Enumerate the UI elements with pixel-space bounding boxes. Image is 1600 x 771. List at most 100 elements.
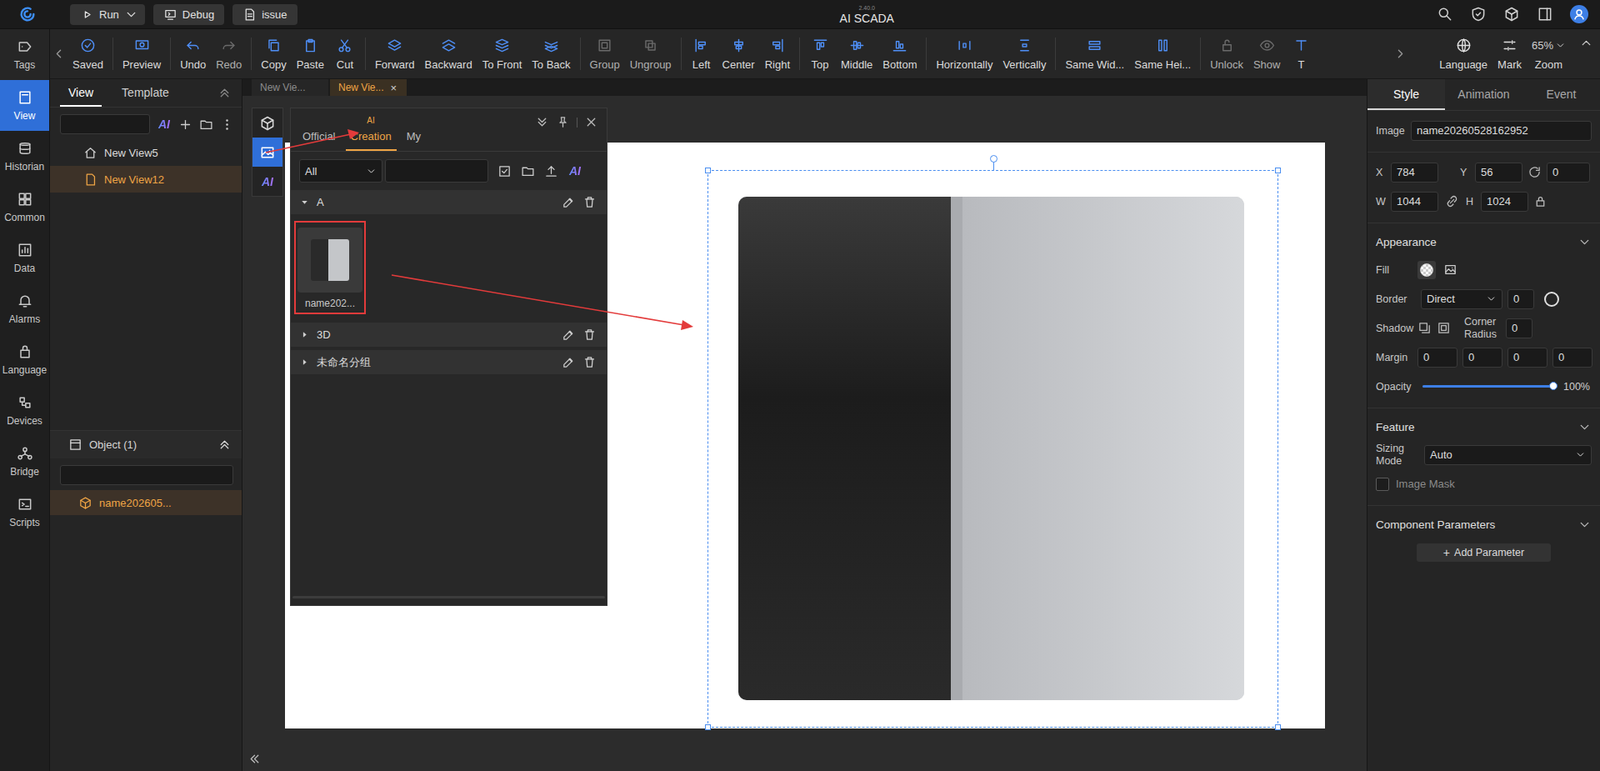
collapse-icon[interactable] xyxy=(217,437,232,452)
library-item[interactable]: name202... xyxy=(294,220,366,315)
properties-tab[interactable]: Animation xyxy=(1445,79,1523,110)
folder-icon[interactable] xyxy=(520,164,535,179)
ai-button[interactable]: AI xyxy=(156,117,172,131)
toolbar-button[interactable]: Middle xyxy=(835,29,878,79)
chevron-right-icon[interactable] xyxy=(1393,46,1408,61)
y-field[interactable]: 56 xyxy=(1475,162,1523,183)
horizontal-scrollbar[interactable] xyxy=(292,595,605,599)
toolbar-button[interactable]: Language xyxy=(1434,29,1493,79)
panel-tab[interactable]: Template xyxy=(113,79,178,107)
chevron-left-icon[interactable] xyxy=(51,46,66,61)
toolbar-button[interactable]: Copy xyxy=(255,29,291,79)
object-search-field[interactable] xyxy=(60,465,234,485)
library-switch-button[interactable]: AI xyxy=(252,166,283,196)
library-switch-button[interactable] xyxy=(252,137,283,167)
view-search-field[interactable] xyxy=(60,114,150,135)
trash-icon[interactable] xyxy=(582,355,597,370)
library-search-field[interactable] xyxy=(385,159,489,183)
toolbar-button[interactable]: Unlock xyxy=(1205,29,1249,79)
nav-rail-item[interactable]: Devices xyxy=(0,385,50,436)
close-tab-button[interactable]: × xyxy=(390,81,397,95)
opacity-slider[interactable] xyxy=(1422,385,1554,388)
toolbar-button[interactable]: Top xyxy=(804,29,836,79)
add-icon[interactable] xyxy=(178,117,193,132)
toolbar-button[interactable]: Same Hei... xyxy=(1129,29,1196,79)
nav-rail-item[interactable]: Common xyxy=(0,181,50,233)
toolbar-button[interactable]: Paste xyxy=(291,29,330,79)
toolbar-button[interactable]: Right xyxy=(760,29,795,79)
toolbar-button[interactable]: Undo xyxy=(175,29,211,79)
object-item[interactable]: name202605... xyxy=(50,490,242,515)
library-group-header[interactable]: 未命名分组 xyxy=(290,350,607,375)
library-tab[interactable]: Official xyxy=(297,115,341,151)
library-group-header[interactable]: A xyxy=(290,190,607,215)
outer-shadow-icon[interactable] xyxy=(1417,320,1432,335)
edit-icon[interactable] xyxy=(561,355,576,370)
nav-rail-item[interactable]: Tags xyxy=(0,29,50,80)
select-all-icon[interactable] xyxy=(497,164,512,179)
rotation-field[interactable]: 0 xyxy=(1546,162,1590,183)
zoom-control[interactable]: 65% Zoom xyxy=(1526,29,1571,79)
toolbar-button[interactable]: Cut xyxy=(329,29,361,79)
image-mask-checkbox[interactable]: Image Mask xyxy=(1375,477,1455,491)
library-group-header[interactable]: 3D xyxy=(290,322,607,347)
view-item[interactable]: New View5 xyxy=(50,139,242,166)
toolbar-button[interactable]: Left xyxy=(685,29,718,79)
category-select[interactable]: All xyxy=(299,159,383,183)
pin-icon[interactable] xyxy=(555,115,570,130)
toolbar-button[interactable]: Saved xyxy=(67,29,109,79)
margin-field[interactable]: 0 xyxy=(1507,347,1548,368)
collapse-left-icon[interactable] xyxy=(247,751,262,766)
edit-icon[interactable] xyxy=(561,327,576,342)
issue-button[interactable]: issue xyxy=(232,4,297,25)
link-icon[interactable] xyxy=(1445,194,1460,209)
toolbar-button[interactable]: Ungroup xyxy=(625,29,677,79)
panel-icon[interactable] xyxy=(1536,5,1554,23)
zoom-select[interactable]: 65% xyxy=(1531,37,1566,54)
upload-icon[interactable] xyxy=(544,164,559,179)
nav-rail-item[interactable]: Data xyxy=(0,232,50,284)
library-tab[interactable]: AICreation xyxy=(345,115,397,151)
image-object[interactable] xyxy=(707,170,1279,728)
toolbar-button[interactable]: Vertically xyxy=(997,29,1051,79)
fill-mode-button[interactable] xyxy=(1417,260,1436,280)
toolbar-button[interactable]: Bottom xyxy=(877,29,922,79)
width-field[interactable]: 1044 xyxy=(1390,191,1439,212)
margin-field[interactable]: 0 xyxy=(1552,347,1593,368)
appearance-header[interactable]: Appearance xyxy=(1375,228,1592,255)
toolbar-button[interactable]: Show xyxy=(1248,29,1286,79)
nav-rail-item[interactable]: Alarms xyxy=(0,283,50,335)
edit-icon[interactable] xyxy=(561,195,576,210)
nav-rail-item[interactable]: Bridge xyxy=(0,435,50,487)
sizing-mode-select[interactable]: Auto xyxy=(1424,445,1592,465)
resize-handle[interactable] xyxy=(1275,167,1281,174)
margin-field[interactable]: 0 xyxy=(1417,347,1458,368)
toolbar-button[interactable]: Mark xyxy=(1492,29,1527,79)
debug-button[interactable]: Debug xyxy=(153,4,225,25)
view-item[interactable]: New View12 xyxy=(50,165,242,193)
collapse-icon[interactable] xyxy=(535,115,550,130)
fill-mode-button[interactable] xyxy=(1440,260,1460,280)
library-tab[interactable]: My xyxy=(401,115,426,151)
component-parameters-header[interactable]: Component Parameters xyxy=(1375,510,1592,538)
toolbar-button[interactable]: Forward xyxy=(370,29,420,79)
run-button[interactable]: Run xyxy=(70,4,145,25)
chevron-down-icon[interactable] xyxy=(124,7,139,22)
toolbar-button[interactable]: Group xyxy=(585,29,625,79)
collapse-icon[interactable] xyxy=(217,85,232,100)
panel-tab[interactable]: View xyxy=(60,79,102,107)
properties-tab[interactable]: Event xyxy=(1522,79,1600,110)
user-icon[interactable] xyxy=(1570,5,1589,24)
resize-handle[interactable] xyxy=(705,724,711,730)
more-icon[interactable] xyxy=(220,117,235,132)
margin-field[interactable]: 0 xyxy=(1462,347,1503,368)
toolbar-button[interactable]: Preview xyxy=(117,29,166,79)
nav-rail-item[interactable]: Historian xyxy=(0,130,50,182)
nav-rail-item[interactable]: View xyxy=(0,80,50,131)
image-name-field[interactable]: name20260528162952 xyxy=(1410,120,1592,141)
add-parameter-button[interactable]: +Add Parameter xyxy=(1416,543,1551,562)
border-width-field[interactable]: 0 xyxy=(1507,289,1535,310)
toolbar-button[interactable]: Center xyxy=(717,29,760,79)
border-color-picker[interactable] xyxy=(1544,291,1560,307)
x-field[interactable]: 784 xyxy=(1390,162,1439,183)
